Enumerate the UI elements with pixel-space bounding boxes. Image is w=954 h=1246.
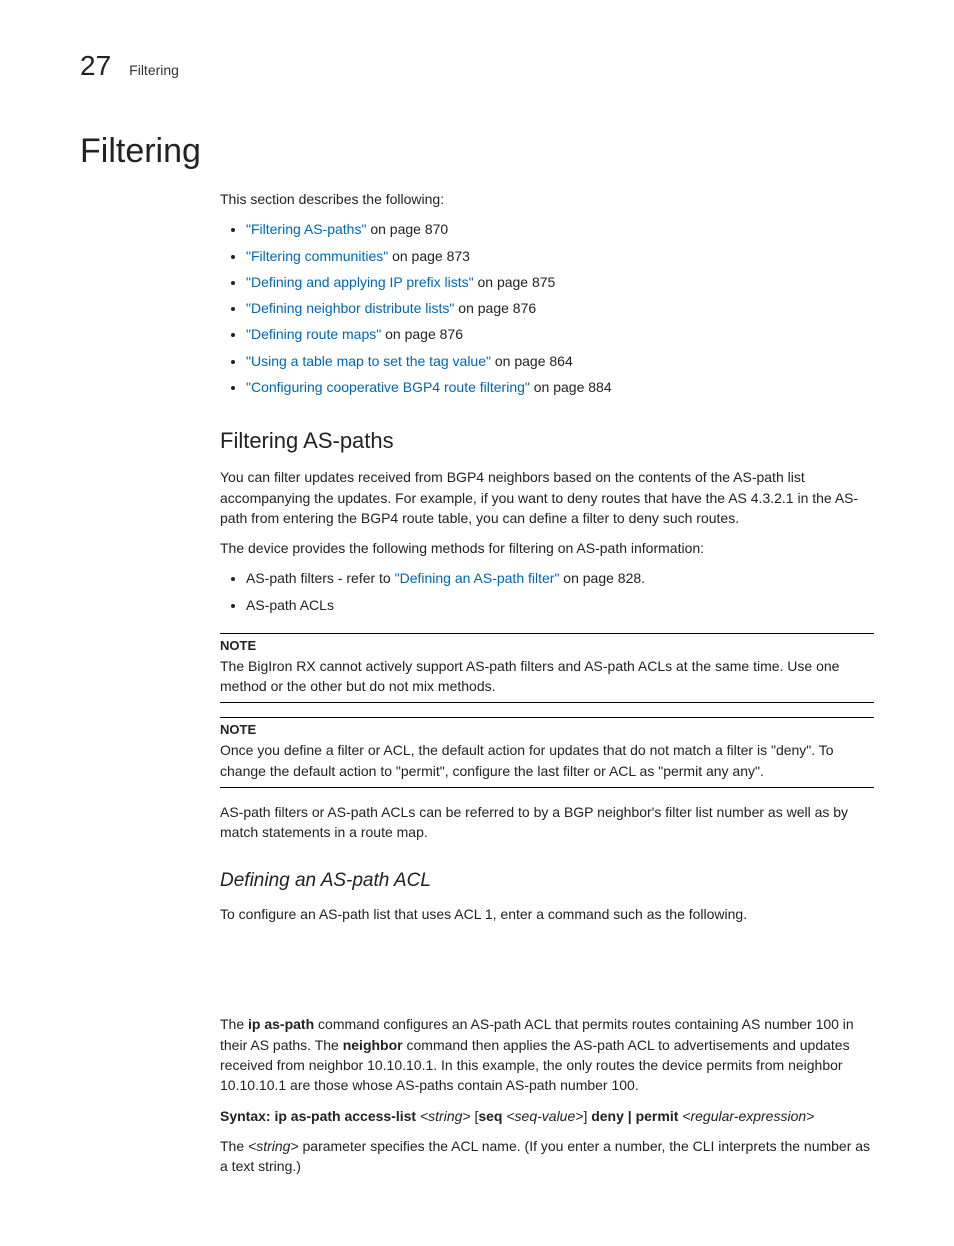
syntax-arg: <regular-expression> — [682, 1108, 814, 1124]
heading-filtering-as-paths: Filtering AS-paths — [220, 425, 874, 457]
syntax-keyword: seq — [478, 1108, 506, 1124]
text: on page 828. — [559, 570, 645, 586]
text: The — [220, 1016, 248, 1032]
toc-item: "Filtering communities" on page 873 — [246, 246, 874, 266]
command-name: neighbor — [343, 1037, 403, 1053]
note-heading: NOTE — [220, 717, 874, 740]
toc-suffix: on page 876 — [454, 300, 536, 316]
toc-link[interactable]: "Defining and applying IP prefix lists" — [246, 274, 474, 290]
note-block: NOTE Once you define a filter or ACL, th… — [220, 717, 874, 787]
paragraph: The <string> parameter specifies the ACL… — [220, 1136, 874, 1177]
page-title: Filtering — [80, 132, 874, 171]
toc-item: "Defining neighbor distribute lists" on … — [246, 298, 874, 318]
syntax-arg: <seq-value> — [506, 1108, 583, 1124]
toc-link[interactable]: "Filtering AS-paths" — [246, 221, 366, 237]
command-name: ip as-path — [248, 1016, 314, 1032]
syntax-keyword: deny | permit — [591, 1108, 682, 1124]
code-placeholder — [220, 934, 874, 1004]
syntax-label: Syntax: — [220, 1108, 274, 1124]
toc-suffix: on page 876 — [381, 326, 463, 342]
toc-item: "Filtering AS-paths" on page 870 — [246, 219, 874, 239]
list-item: AS-path filters - refer to "Defining an … — [246, 568, 874, 588]
xref-link[interactable]: "Defining an AS-path filter" — [395, 570, 560, 586]
list-item: AS-path ACLs — [246, 595, 874, 615]
syntax-cmd: ip as-path access-list — [274, 1108, 420, 1124]
toc-link[interactable]: "Filtering communities" — [246, 248, 388, 264]
chapter-number: 27 — [80, 50, 111, 82]
text: AS-path filters - refer to — [246, 570, 395, 586]
toc-link[interactable]: "Defining neighbor distribute lists" — [246, 300, 454, 316]
toc-link[interactable]: "Configuring cooperative BGP4 route filt… — [246, 379, 530, 395]
toc-item: "Using a table map to set the tag value"… — [246, 351, 874, 371]
note-body: Once you define a filter or ACL, the def… — [220, 740, 874, 788]
toc-item: "Configuring cooperative BGP4 route filt… — [246, 377, 874, 397]
body-content: This section describes the following: "F… — [220, 189, 874, 1176]
note-block: NOTE The BigIron RX cannot actively supp… — [220, 633, 874, 703]
paragraph: To configure an AS-path list that uses A… — [220, 904, 874, 924]
toc-link[interactable]: "Using a table map to set the tag value" — [246, 353, 491, 369]
toc-suffix: on page 870 — [366, 221, 448, 237]
toc-suffix: on page 864 — [491, 353, 573, 369]
intro-text: This section describes the following: — [220, 189, 874, 209]
toc-suffix: on page 873 — [388, 248, 470, 264]
paragraph: The ip as-path command configures an AS-… — [220, 1014, 874, 1095]
heading-defining-as-path-acl: Defining an AS-path ACL — [220, 867, 874, 895]
text: parameter specifies the ACL name. (If yo… — [220, 1138, 870, 1174]
toc-suffix: on page 884 — [530, 379, 612, 395]
toc-suffix: on page 875 — [474, 274, 556, 290]
paragraph: You can filter updates received from BGP… — [220, 467, 874, 528]
paragraph: The device provides the following method… — [220, 538, 874, 558]
toc-list: "Filtering AS-paths" on page 870 "Filter… — [220, 219, 874, 397]
syntax-arg: <string> — [248, 1138, 299, 1154]
paragraph: AS-path filters or AS-path ACLs can be r… — [220, 802, 874, 843]
toc-item: "Defining route maps" on page 876 — [246, 324, 874, 344]
chapter-label: Filtering — [129, 62, 179, 78]
syntax-line: Syntax: ip as-path access-list <string> … — [220, 1106, 874, 1126]
toc-link[interactable]: "Defining route maps" — [246, 326, 381, 342]
text: The — [220, 1138, 248, 1154]
syntax-arg: <string> — [420, 1108, 471, 1124]
note-body: The BigIron RX cannot actively support A… — [220, 656, 874, 704]
page-header: 27 Filtering — [80, 50, 874, 82]
toc-item: "Defining and applying IP prefix lists" … — [246, 272, 874, 292]
methods-list: AS-path filters - refer to "Defining an … — [220, 568, 874, 615]
note-heading: NOTE — [220, 633, 874, 656]
